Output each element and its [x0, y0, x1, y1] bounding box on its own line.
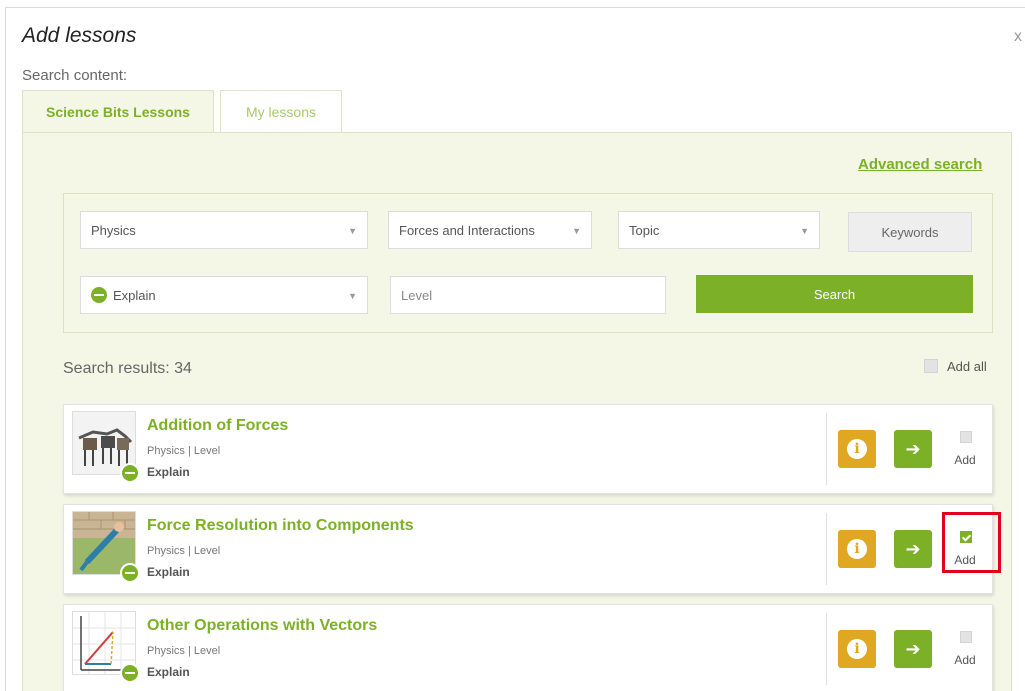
lesson-title[interactable]: Force Resolution into Components [147, 517, 414, 535]
search-button[interactable]: Search [696, 275, 973, 313]
add-lesson-label: Add [954, 453, 976, 467]
lesson-title[interactable]: Other Operations with Vectors [147, 617, 377, 635]
advanced-search-link[interactable]: Advanced search [858, 156, 982, 173]
subject-select-value: Physics [91, 222, 136, 238]
chevron-down-icon: ▼ [800, 226, 809, 236]
info-icon: i [847, 639, 867, 659]
chevron-down-icon: ▼ [348, 226, 357, 236]
lesson-meta: Physics | Level [147, 445, 221, 457]
add-lesson-checkbox[interactable] [960, 431, 972, 443]
selection-highlight-box [942, 512, 1001, 573]
divider [826, 613, 827, 685]
chevron-down-icon: ▼ [348, 291, 357, 301]
info-button[interactable]: i [838, 430, 876, 468]
dialog-title: Add lessons [22, 24, 137, 47]
lesson-card: Addition of Forces Physics | Level Expla… [63, 404, 993, 494]
open-lesson-button[interactable]: ➔ [894, 630, 932, 668]
add-lesson-control[interactable]: Add [944, 417, 986, 481]
enter-icon: ➔ [905, 438, 921, 459]
enter-icon: ➔ [905, 638, 921, 659]
search-content-label: Search content: [22, 67, 128, 84]
tab-science-bits-lessons[interactable]: Science Bits Lessons [22, 90, 214, 133]
lesson-card: Other Operations with Vectors Physics | … [63, 604, 993, 691]
explain-icon [120, 463, 140, 483]
explain-icon [120, 663, 140, 683]
info-button[interactable]: i [838, 630, 876, 668]
topic-select[interactable]: Topic ▼ [618, 211, 820, 249]
lesson-card: Force Resolution into Components Physics… [63, 504, 993, 594]
add-lesson-checkbox[interactable] [960, 631, 972, 643]
explain-icon [91, 287, 107, 303]
info-icon: i [847, 539, 867, 559]
open-lesson-button[interactable]: ➔ [894, 430, 932, 468]
level-input[interactable]: Level [390, 276, 666, 314]
lesson-title[interactable]: Addition of Forces [147, 417, 288, 435]
lesson-meta: Physics | Level [147, 545, 221, 557]
keywords-input[interactable]: Keywords [848, 212, 972, 252]
divider [826, 513, 827, 585]
phase-select[interactable]: Explain ▼ [80, 276, 368, 314]
phase-select-value: Explain [113, 287, 156, 303]
lesson-meta: Physics | Level [147, 645, 221, 657]
divider [826, 413, 827, 485]
lesson-phase: Explain [147, 665, 190, 679]
open-lesson-button[interactable]: ➔ [894, 530, 932, 568]
add-all-label: Add all [947, 359, 987, 374]
info-button[interactable]: i [838, 530, 876, 568]
tab-my-lessons[interactable]: My lessons [220, 90, 342, 132]
lesson-phase: Explain [147, 565, 190, 579]
add-all-checkbox[interactable] [924, 359, 938, 373]
lesson-phase: Explain [147, 465, 190, 479]
info-icon: i [847, 439, 867, 459]
add-lesson-control[interactable]: Add [944, 617, 986, 681]
subject-select[interactable]: Physics ▼ [80, 211, 368, 249]
chevron-down-icon: ▼ [572, 226, 581, 236]
enter-icon: ➔ [905, 538, 921, 559]
close-icon[interactable]: x [1014, 28, 1022, 46]
unit-select[interactable]: Forces and Interactions ▼ [388, 211, 592, 249]
explain-icon [120, 563, 140, 583]
search-results-count: Search results: 34 [63, 360, 192, 377]
unit-select-value: Forces and Interactions [399, 222, 535, 238]
topic-select-value: Topic [629, 222, 660, 238]
add-lesson-label: Add [954, 653, 976, 667]
